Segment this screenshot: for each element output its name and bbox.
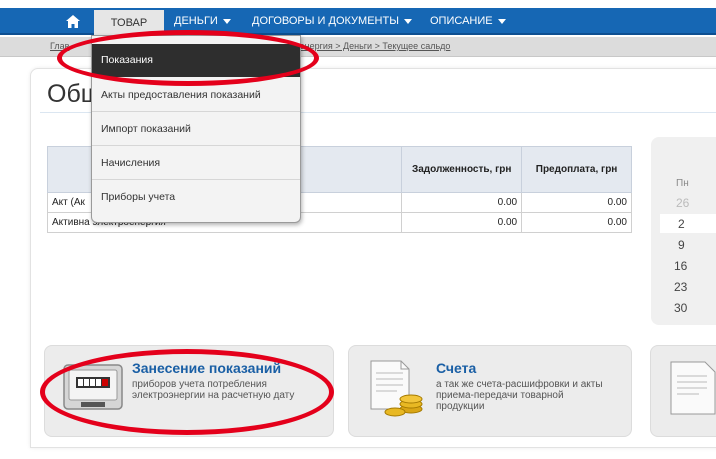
menu-item-pribory-ucheta[interactable]: Приборы учета [92, 181, 300, 214]
card-invoices-title[interactable]: Счета [436, 360, 476, 376]
table-cell-prepay: 0.00 [521, 192, 632, 213]
nav-dengi-label: ДЕНЬГИ [174, 15, 218, 27]
nav-opisanie-label: ОПИСАНИЕ [430, 15, 493, 27]
nav-opisanie[interactable]: ОПИСАНИЕ [430, 8, 506, 35]
home-icon [66, 15, 80, 28]
card-documents[interactable] [650, 345, 716, 437]
table-cell-debt: 0.00 [401, 192, 523, 213]
table-header-debt: Задолженность, грн [401, 146, 523, 193]
calendar-weekday: Пн [676, 178, 689, 189]
calendar-day[interactable]: 16 [674, 259, 687, 273]
annotation-ellipse-menu [57, 30, 319, 86]
menu-item-nachisleniya[interactable]: Начисления [92, 147, 300, 180]
nav-tovar-label: ТОВАР [110, 17, 148, 29]
breadcrumb-trail[interactable]: энергия > Деньги > Текущее сальдо [300, 41, 450, 51]
calendar-day[interactable]: 26 [676, 196, 689, 210]
calendar-day[interactable]: 9 [678, 238, 685, 252]
calendar-day[interactable]: 23 [674, 280, 687, 294]
main-navbar: ТОВАР ДЕНЬГИ ДОГОВОРЫ И ДОКУМЕНТЫ ОПИСАН… [0, 8, 716, 35]
chevron-down-icon [403, 18, 412, 24]
invoice-coins-icon [370, 360, 423, 417]
table-header-prepay: Предоплата, грн [521, 146, 632, 193]
nav-dogovory[interactable]: ДОГОВОРЫ И ДОКУМЕНТЫ [252, 8, 412, 35]
calendar-today-row [660, 214, 716, 233]
calendar-day[interactable]: 2 [678, 217, 685, 231]
home-button[interactable] [55, 8, 91, 35]
table-cell-debt: 0.00 [401, 212, 523, 233]
card-invoices-desc: а так же счета-расшифровки и акты приема… [436, 379, 603, 412]
menu-item-import-pokazaniy[interactable]: Импорт показаний [92, 113, 300, 146]
top-strip [0, 0, 716, 8]
table-cell-prepay: 0.00 [521, 212, 632, 233]
document-icon [670, 361, 716, 415]
chevron-down-icon [222, 18, 231, 24]
annotation-ellipse-card [40, 349, 334, 435]
card-invoices[interactable]: Счета а так же счета-расшифровки и акты … [348, 345, 632, 437]
chevron-down-icon [497, 18, 506, 24]
nav-dogovory-label: ДОГОВОРЫ И ДОКУМЕНТЫ [252, 15, 399, 27]
calendar-day[interactable]: 30 [674, 301, 687, 315]
